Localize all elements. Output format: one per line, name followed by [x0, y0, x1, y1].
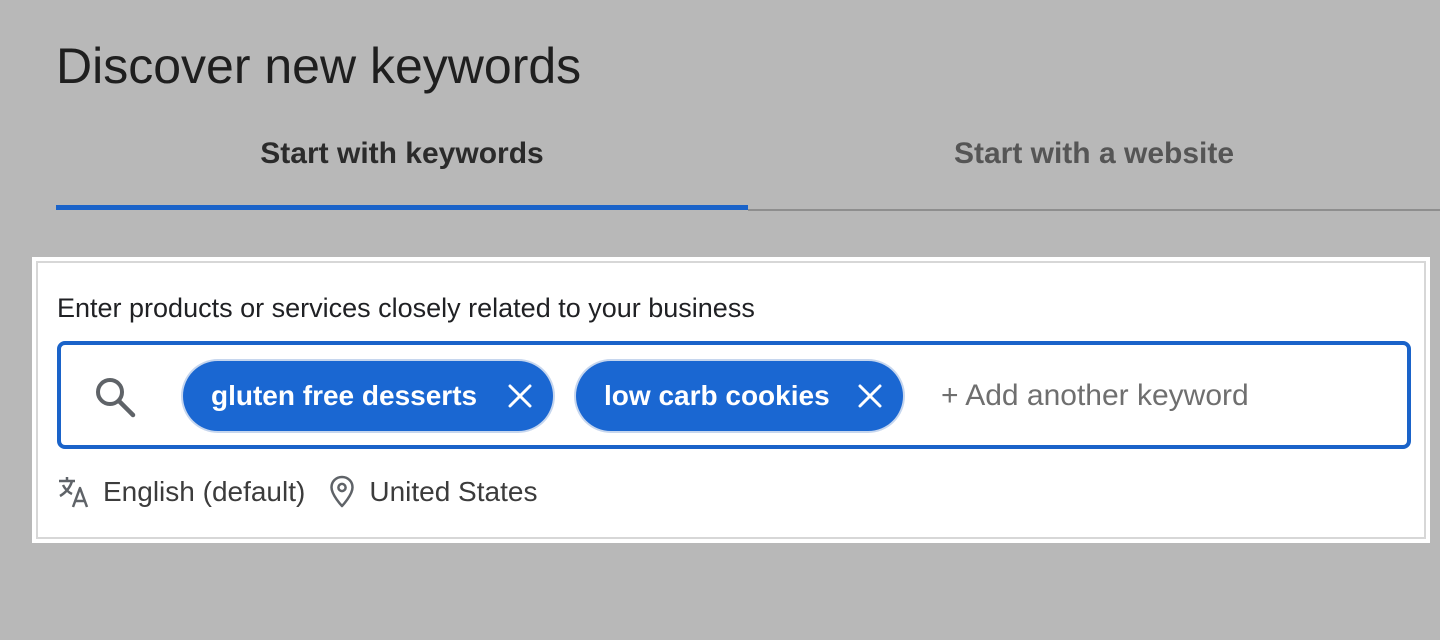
search-icon [93, 375, 137, 419]
keyword-chip[interactable]: gluten free desserts [183, 361, 553, 431]
add-keyword-input[interactable] [941, 373, 1381, 419]
keyword-chip[interactable]: low carb cookies [576, 361, 903, 431]
keyword-tabs: Start with keywords Start with a website [56, 112, 1440, 212]
active-tab-indicator [56, 205, 748, 210]
keyword-search-box[interactable]: gluten free desserts low carb cookies [57, 341, 1411, 449]
location-pin-icon [329, 475, 355, 509]
language-selector[interactable]: English (default) [57, 475, 305, 509]
keyword-entry-card: Enter products or services closely relat… [32, 257, 1430, 543]
language-label: English (default) [103, 476, 306, 507]
tab-start-with-keywords[interactable]: Start with keywords [56, 112, 748, 196]
keyword-entry-label: Enter products or services closely relat… [57, 293, 755, 323]
location-label: United States [369, 476, 538, 507]
keyword-chip-label: low carb cookies [604, 380, 830, 411]
translate-icon [57, 475, 91, 509]
close-icon[interactable] [505, 381, 535, 411]
keyword-chip-label: gluten free desserts [211, 380, 478, 411]
page-title: Discover new keywords [56, 38, 582, 94]
close-icon[interactable] [855, 381, 885, 411]
targeting-row: English (default) United States [57, 472, 537, 512]
tab-start-with-website[interactable]: Start with a website [748, 112, 1440, 196]
location-selector[interactable]: United States [329, 475, 537, 509]
tab-divider [748, 209, 1440, 211]
